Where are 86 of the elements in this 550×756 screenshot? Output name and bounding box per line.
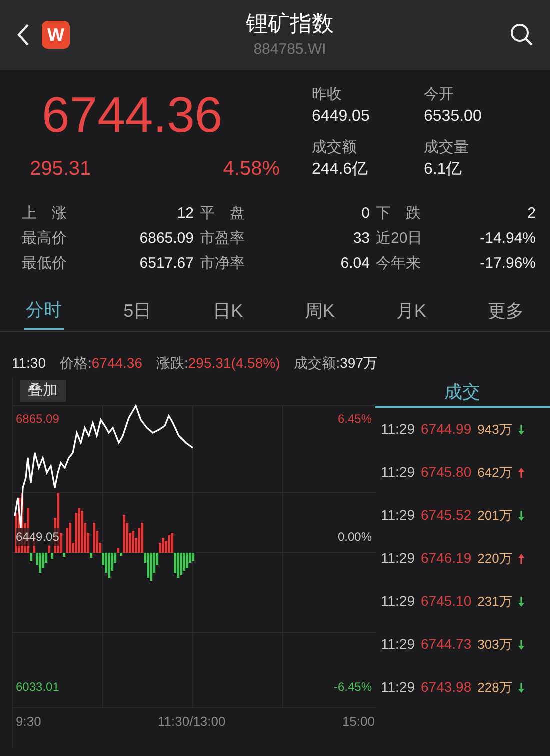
stat-value: 0: [360, 204, 370, 224]
arrow-down-icon: [518, 510, 526, 522]
info-label: 涨跌:: [156, 354, 188, 372]
trade-price: 6744.99: [421, 420, 472, 439]
time-label: 15:00: [342, 713, 375, 731]
field-value: 244.6亿: [312, 160, 370, 180]
field-label: 昨收: [312, 85, 343, 105]
arrow-down-icon: [518, 638, 526, 650]
chart-tab[interactable]: 日K: [211, 292, 246, 330]
time-label: 11:30/13:00: [158, 713, 226, 731]
stat-label: 今年来: [375, 254, 422, 274]
stat-value: -17.96%: [479, 254, 536, 274]
trade-volume: 642万: [478, 464, 512, 482]
chart-tab[interactable]: 周K: [302, 292, 337, 330]
trade-volume: 943万: [478, 420, 512, 439]
stat-value: -14.94%: [479, 229, 536, 249]
info-value: 6744.36: [92, 354, 142, 372]
current-price: 6744.36: [41, 86, 224, 145]
trades-header: 成交: [375, 378, 550, 408]
field-value: 6.1亿: [424, 160, 464, 180]
info-label: 价格:: [60, 354, 92, 372]
field-label: 成交额: [312, 138, 358, 158]
arrow-up-icon: [518, 552, 526, 564]
axis-label: 6865.09: [16, 411, 60, 428]
stat-value: 2: [526, 204, 536, 224]
back-icon[interactable]: [16, 23, 30, 47]
info-value: 295.31(4.58%): [188, 354, 280, 373]
stat-value: 33: [352, 229, 370, 249]
trade-price: 6745.52: [421, 506, 472, 525]
arrow-down-icon: [518, 424, 526, 436]
time-label: 9:30: [16, 713, 42, 731]
page-title: 锂矿指数: [246, 10, 334, 38]
info-value: 397万: [340, 354, 378, 372]
trade-price: 6743.98: [421, 678, 472, 697]
stat-label: 下 跌: [375, 204, 422, 224]
info-label: 成交额:: [294, 354, 340, 372]
trade-volume: 220万: [478, 550, 512, 568]
trade-time: 11:29: [381, 678, 415, 697]
trade-volume: 228万: [478, 678, 512, 697]
trade-time: 11:29: [381, 463, 415, 482]
axis-label: 6.45%: [338, 411, 372, 428]
change-percent: 4.58%: [223, 157, 280, 182]
field-value: 6449.05: [312, 107, 371, 127]
info-time: 11:30: [12, 354, 46, 372]
field-value: 6535.00: [424, 107, 483, 127]
arrow-down-icon: [518, 682, 526, 694]
stat-label: 最低价: [22, 254, 68, 274]
app-logo: W: [42, 21, 70, 49]
axis-label: 6449.05: [16, 528, 60, 546]
trade-volume: 303万: [478, 636, 512, 654]
trade-price: 6745.10: [421, 592, 472, 611]
index-code: 884785.WI: [254, 40, 326, 60]
chart-tab[interactable]: 更多: [486, 292, 526, 330]
stat-value: 6.04: [340, 254, 370, 274]
trade-time: 11:29: [381, 420, 415, 439]
axis-label: -6.45%: [334, 679, 372, 696]
trade-price: 6744.73: [421, 635, 472, 654]
price-change: 295.31: [30, 157, 92, 182]
trade-time: 11:29: [381, 635, 415, 654]
arrow-down-icon: [518, 596, 526, 608]
search-icon[interactable]: [510, 23, 534, 47]
trade-price: 6746.19: [421, 549, 472, 568]
field-label: 成交量: [424, 138, 470, 158]
chart-tab[interactable]: 月K: [394, 292, 428, 330]
stat-value: 6517.67: [138, 254, 194, 274]
axis-label: 6033.01: [16, 679, 60, 696]
chart-tab[interactable]: 分时: [24, 292, 64, 330]
arrow-up-icon: [518, 466, 526, 478]
trade-price: 6745.80: [421, 463, 472, 482]
field-label: 今开: [424, 85, 455, 105]
stat-label: 市净率: [199, 254, 246, 274]
trade-volume: 201万: [478, 506, 512, 525]
axis-label: 0.00%: [338, 529, 372, 546]
stat-label: 最高价: [22, 229, 68, 249]
stat-label: 近20日: [375, 229, 424, 249]
chart-tab[interactable]: 5日: [122, 292, 154, 330]
trade-volume: 231万: [478, 592, 512, 611]
trade-time: 11:29: [381, 549, 415, 568]
stat-value: 6865.09: [138, 229, 194, 249]
stat-label: 市盈率: [199, 229, 246, 249]
stat-value: 12: [176, 204, 194, 224]
trade-time: 11:29: [381, 506, 415, 525]
overlay-button[interactable]: 叠加: [20, 380, 66, 402]
stat-label: 上 涨: [22, 204, 68, 224]
trade-time: 11:29: [381, 592, 415, 611]
stat-label: 平 盘: [199, 204, 246, 224]
